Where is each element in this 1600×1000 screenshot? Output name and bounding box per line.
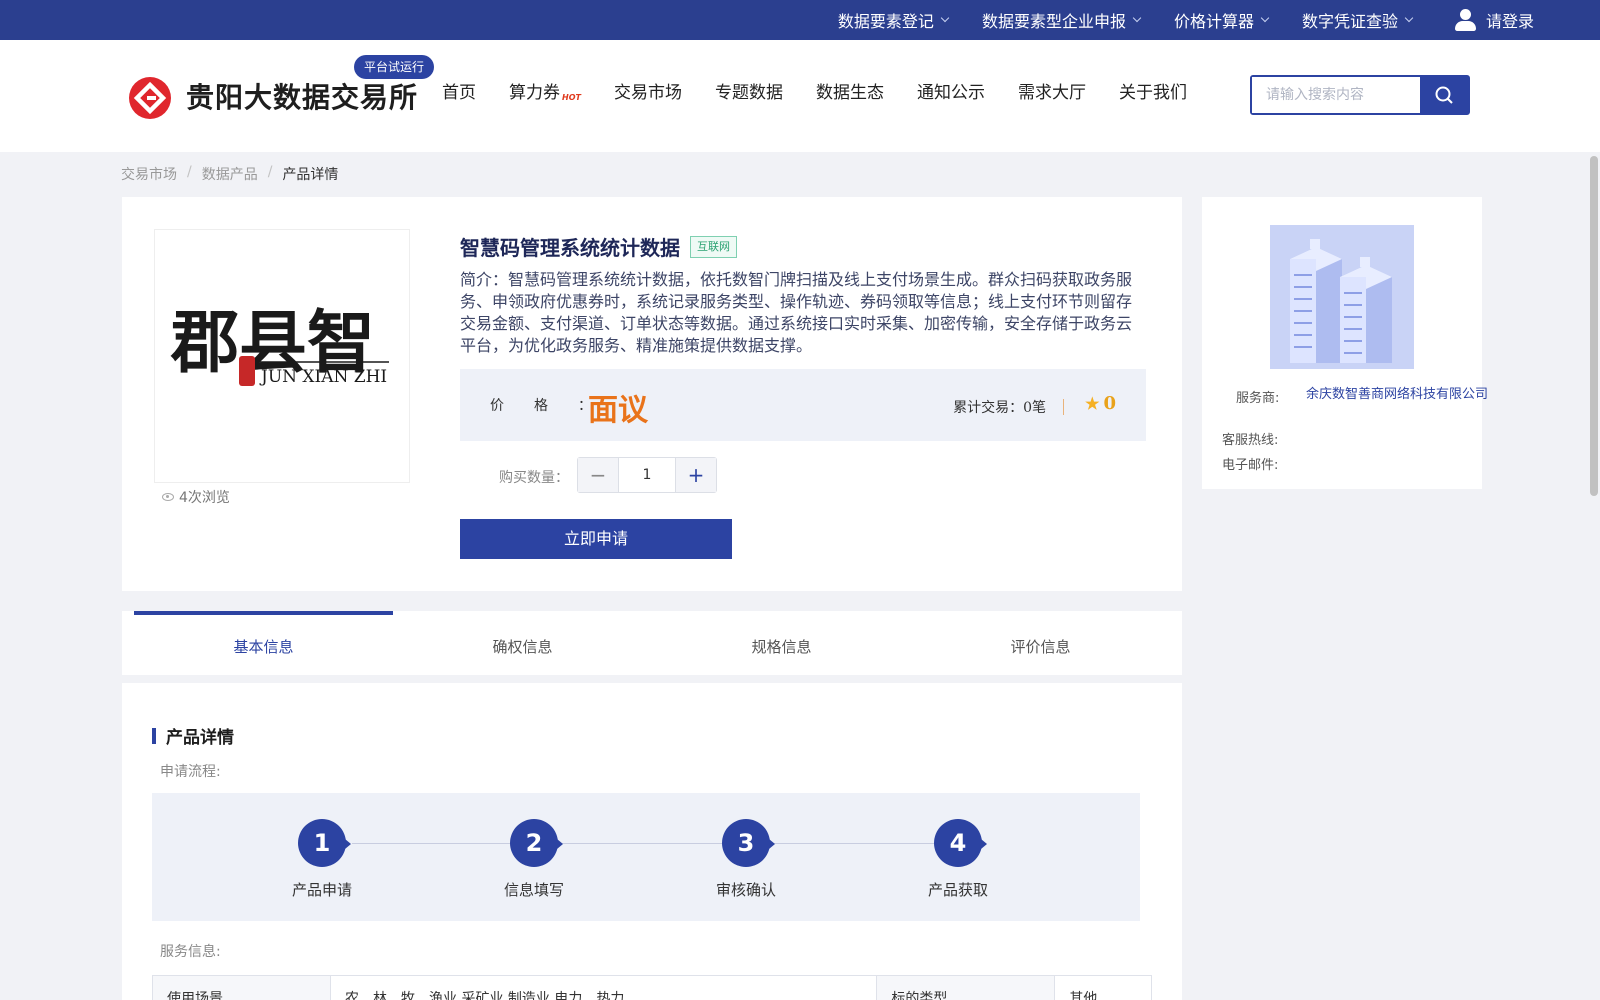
product-logo-image: 郡县智 JUN XIAN ZHI bbox=[170, 303, 389, 387]
table-cell-key: 使用场景 bbox=[152, 975, 331, 1000]
section-title: 产品详情 bbox=[152, 723, 234, 748]
star-icon: ★ bbox=[1085, 394, 1100, 413]
search-input[interactable] bbox=[1252, 77, 1420, 113]
tab-basic-info[interactable]: 基本信息 bbox=[134, 611, 393, 675]
nav-item-notices[interactable]: 通知公示 bbox=[917, 78, 985, 103]
nav-item-home[interactable]: 首页 bbox=[442, 78, 476, 103]
main-header: 贵阳大数据交易所 平台试运行 首页 算力券 HOT 交易市场 专题数据 数据生态 … bbox=[0, 40, 1600, 152]
main-nav: 首页 算力券 HOT 交易市场 专题数据 数据生态 通知公示 需求大厅 关于我们 bbox=[442, 78, 1220, 103]
site-logo[interactable] bbox=[128, 76, 172, 120]
table-cell-value: 农、林、牧、渔业,采矿业,制造业,电力、热力、 bbox=[329, 975, 878, 1000]
section-marker bbox=[152, 727, 156, 744]
deals-count: 累计交易：0笔 bbox=[953, 400, 1046, 416]
chevron-down-icon bbox=[1404, 13, 1414, 23]
quantity-stepper: − 1 + bbox=[577, 457, 717, 493]
tab-spec-info[interactable]: 规格信息 bbox=[652, 611, 911, 675]
nav-item-demand-hall[interactable]: 需求大厅 bbox=[1018, 78, 1086, 103]
step-2: 2 信息填写 bbox=[474, 819, 594, 900]
service-info-table: 使用场景 农、林、牧、渔业,采矿业,制造业,电力、热力、 标的类型 其他 bbox=[152, 975, 1152, 1000]
provider-hotline-row: 客服热线: bbox=[1222, 433, 1279, 448]
provider-email-row: 电子邮件: bbox=[1222, 458, 1279, 473]
product-title: 智慧码管理系统统计数据 互联网 bbox=[460, 232, 737, 261]
quantity-value[interactable]: 1 bbox=[618, 458, 676, 492]
building-icon bbox=[1270, 225, 1414, 369]
step-1: 1 产品申请 bbox=[262, 819, 382, 900]
table-cell-key: 标的类型 bbox=[876, 975, 1056, 1000]
rating: ★ 0 bbox=[1085, 393, 1116, 414]
price-box: 价格： 面议 累计交易：0笔 ★ 0 bbox=[460, 369, 1146, 441]
chevron-down-icon bbox=[1260, 13, 1270, 23]
tab-ownership-info[interactable]: 确权信息 bbox=[393, 611, 652, 675]
divider bbox=[1063, 399, 1064, 415]
product-image: 郡县智 JUN XIAN ZHI bbox=[154, 229, 410, 483]
user-icon bbox=[1454, 8, 1476, 32]
search-box bbox=[1250, 75, 1470, 115]
view-count: 4次浏览 bbox=[162, 487, 230, 507]
provider-image bbox=[1270, 225, 1414, 369]
top-menu-certificate-check[interactable]: 数字凭证查验 bbox=[1302, 8, 1414, 32]
search-button[interactable] bbox=[1420, 77, 1468, 113]
nav-item-topic-data[interactable]: 专题数据 bbox=[715, 78, 783, 103]
step-3: 3 审核确认 bbox=[686, 819, 806, 900]
top-menu-enterprise-declaration[interactable]: 数据要素型企业申报 bbox=[982, 8, 1142, 32]
tab-review-info[interactable]: 评价信息 bbox=[911, 611, 1170, 675]
detail-tabs: 基本信息 确权信息 规格信息 评价信息 bbox=[122, 611, 1182, 675]
search-icon bbox=[1435, 86, 1453, 104]
top-utility-bar: 数据要素登记 数据要素型企业申报 价格计算器 数字凭证查验 请登录 bbox=[0, 0, 1600, 40]
page-scrollbar[interactable] bbox=[1590, 156, 1598, 496]
step-connector bbox=[352, 843, 942, 844]
site-name[interactable]: 贵阳大数据交易所 bbox=[186, 76, 418, 116]
service-info-label: 服务信息: bbox=[160, 944, 221, 960]
breadcrumb-separator: / bbox=[267, 164, 273, 180]
provider-service-row: 服务商: 余庆数智善商网络科技有限公司 bbox=[1236, 387, 1492, 406]
provider-link[interactable]: 余庆数智善商网络科技有限公司 bbox=[1306, 387, 1492, 406]
provider-card: 服务商: 余庆数智善商网络科技有限公司 客服热线: 电子邮件: bbox=[1202, 197, 1488, 489]
table-cell-value: 其他 bbox=[1054, 975, 1152, 1000]
quantity-label: 购买数量： bbox=[499, 470, 569, 486]
breadcrumb-data-products[interactable]: 数据产品 bbox=[202, 164, 258, 184]
nav-item-compute-voucher[interactable]: 算力券 HOT bbox=[509, 78, 581, 103]
decrease-button[interactable]: − bbox=[578, 458, 618, 492]
table-row: 使用场景 农、林、牧、渔业,采矿业,制造业,电力、热力、 标的类型 其他 bbox=[152, 975, 1152, 1000]
product-details: 产品详情 申请流程: 1 产品申请 2 信息填写 3 审核确认 4 产品获取 服… bbox=[122, 683, 1182, 1000]
breadcrumb-separator: / bbox=[187, 164, 192, 180]
hot-badge: HOT bbox=[562, 93, 581, 102]
trial-badge: 平台试运行 bbox=[354, 55, 435, 79]
product-card: 郡县智 JUN XIAN ZHI 4次浏览 智慧码管理系统统计数据 互联网 简介… bbox=[122, 197, 1182, 591]
application-process: 1 产品申请 2 信息填写 3 审核确认 4 产品获取 bbox=[152, 793, 1140, 921]
login-button[interactable]: 请登录 bbox=[1454, 8, 1534, 32]
step-4: 4 产品获取 bbox=[898, 819, 1018, 900]
breadcrumb-current: 产品详情 bbox=[282, 167, 339, 183]
top-menu-price-calculator[interactable]: 价格计算器 bbox=[1174, 8, 1270, 32]
apply-button[interactable]: 立即申请 bbox=[460, 519, 732, 559]
breadcrumb-market[interactable]: 交易市场 bbox=[121, 164, 177, 184]
nav-item-about[interactable]: 关于我们 bbox=[1119, 78, 1187, 103]
nav-item-market[interactable]: 交易市场 bbox=[614, 78, 682, 103]
top-menu-data-registration[interactable]: 数据要素登记 bbox=[838, 8, 950, 32]
price-value: 面议 bbox=[588, 393, 648, 428]
product-intro: 简介：智慧码管理系统统计数据，依托数智门牌扫描及线上支付场景生成。群众扫码获取政… bbox=[460, 270, 1133, 355]
category-tag: 互联网 bbox=[690, 235, 737, 258]
eye-icon bbox=[162, 493, 174, 501]
nav-item-ecosystem[interactable]: 数据生态 bbox=[816, 78, 884, 103]
chevron-down-icon bbox=[940, 13, 950, 23]
top-menu: 数据要素登记 数据要素型企业申报 价格计算器 数字凭证查验 请登录 bbox=[804, 0, 1534, 40]
increase-button[interactable]: + bbox=[676, 458, 716, 492]
svg-text:JUN XIAN ZHI: JUN XIAN ZHI bbox=[259, 367, 387, 387]
breadcrumb: 交易市场 / 数据产品 / 产品详情 bbox=[121, 164, 338, 184]
process-label: 申请流程: bbox=[160, 764, 221, 780]
chevron-down-icon bbox=[1132, 13, 1142, 23]
